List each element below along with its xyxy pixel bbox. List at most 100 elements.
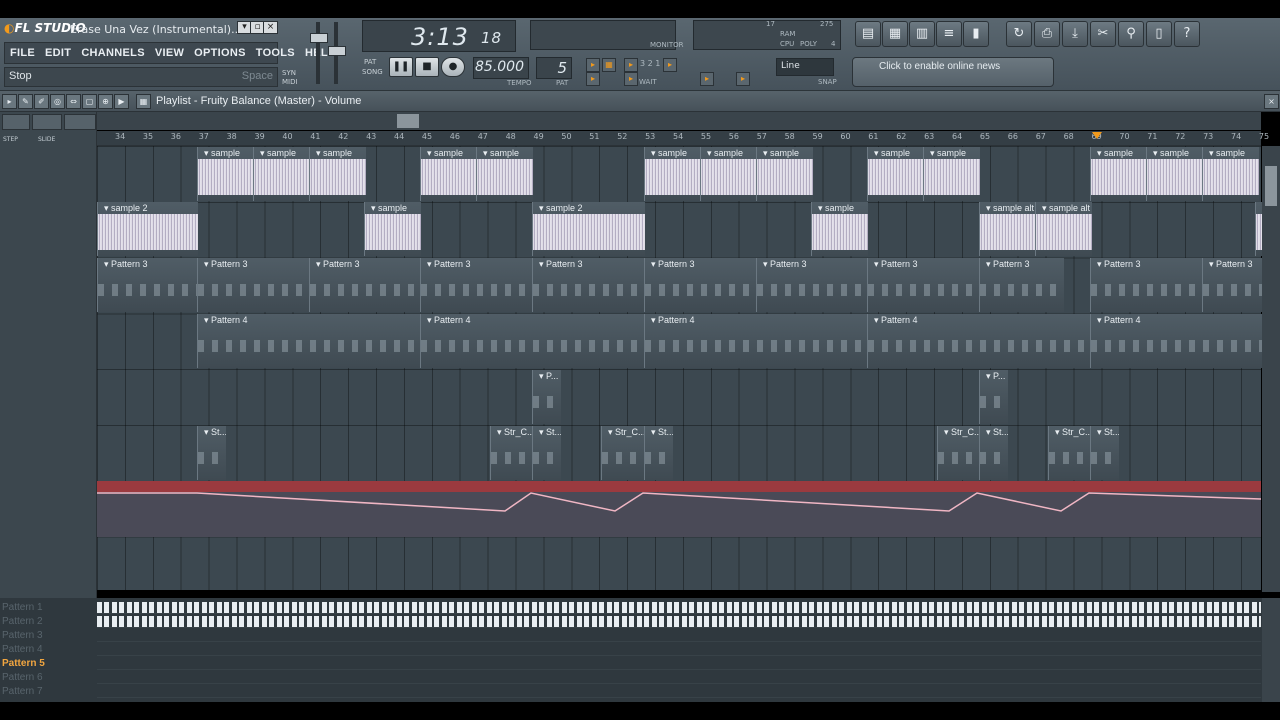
pattern-4-clip[interactable]: ▾ Pattern 4	[867, 314, 1091, 368]
browser-icon[interactable]: ≡	[936, 21, 962, 47]
playlist-close-icon[interactable]: ×	[1264, 94, 1279, 109]
menu-view[interactable]: VIEW	[150, 47, 189, 59]
master-volume-handle[interactable]	[310, 33, 328, 43]
playlist-menu-icon[interactable]: ▸	[2, 94, 17, 109]
snap-selector[interactable]: Line	[776, 58, 834, 76]
brush-tool-icon[interactable]: ✐	[34, 94, 49, 109]
audio-clip-sample[interactable]: ▾	[1255, 202, 1262, 256]
pattern-row-label[interactable]: Pattern 6	[0, 672, 98, 683]
string-clip[interactable]: ▾ St...	[644, 426, 673, 480]
pattern-3-clip[interactable]: ▾ Pattern 3	[1202, 258, 1262, 312]
multilink-toggle[interactable]: ▸	[700, 72, 714, 86]
pattern-3-clip[interactable]: ▾ Pattern 3	[97, 258, 198, 312]
bar-graph-mode-button[interactable]	[2, 114, 30, 130]
menu-channels[interactable]: CHANNELS	[76, 47, 150, 59]
playlist-icon[interactable]: ▤	[855, 21, 881, 47]
metronome-toggle[interactable]: ▸	[586, 58, 600, 72]
audio-clip-sample[interactable]: ▾ sample	[1202, 147, 1259, 201]
audio-clip-sample[interactable]: ▾ sample	[476, 147, 533, 201]
audio-clip-sample[interactable]: ▾ sample	[309, 147, 366, 201]
horizontal-scroll-thumb[interactable]	[397, 114, 419, 128]
search-icon[interactable]: ⚲	[1118, 21, 1144, 47]
pattern-4-clip[interactable]: ▾ Pattern 4	[1090, 314, 1262, 368]
step-radio[interactable]: STEP	[3, 136, 18, 143]
typing-keyboard-toggle[interactable]: ▸	[736, 72, 750, 86]
pattern-clip-short[interactable]: ▾ P...	[532, 370, 561, 424]
audio-clip-sample-2[interactable]: ▾ sample 2	[97, 202, 198, 256]
project-info-icon[interactable]: ▯	[1146, 21, 1172, 47]
select-tool-icon[interactable]: ▢	[82, 94, 97, 109]
stop-button[interactable]: ■	[415, 57, 439, 77]
mute-tool-icon[interactable]: ◎	[50, 94, 65, 109]
tempo-display[interactable]: 85.000	[473, 57, 529, 79]
pause-button[interactable]: ❚❚	[389, 57, 413, 77]
audio-clip-sample[interactable]: ▾ sample	[644, 147, 701, 201]
pattern-3-clip[interactable]: ▾ Pattern 3	[309, 258, 421, 312]
slide-mode-button[interactable]	[64, 114, 96, 130]
string-clip[interactable]: ▾ Str_C...	[1048, 426, 1091, 480]
pattern-row-label[interactable]: Pattern 4	[0, 644, 98, 655]
audio-clip-sample[interactable]: ▾ sample	[1146, 147, 1203, 201]
audio-clip-sample[interactable]: ▾ sample	[923, 147, 980, 201]
timeline-ruler[interactable]: 34 35 36 37 38 39 40 41 42 43 44 45 46 47 48 49 50 51 52 53…	[97, 131, 1269, 146]
string-clip[interactable]: ▾ Str_C...	[937, 426, 980, 480]
loop-record-toggle[interactable]: ▸	[624, 72, 638, 86]
pencil-tool-icon[interactable]: ✎	[18, 94, 33, 109]
playlist-grid-icon[interactable]: ▦	[136, 94, 151, 109]
pattern-4-clip[interactable]: ▾ Pattern 4	[420, 314, 644, 368]
pattern-row-label[interactable]: Pattern 2	[0, 616, 98, 627]
audio-clip-sample[interactable]: ▾ sample	[756, 147, 813, 201]
menu-file[interactable]: FILE	[5, 47, 40, 59]
mixer-icon[interactable]: ▮	[963, 21, 989, 47]
pattern-3-clip[interactable]: ▾ Pattern 3	[532, 258, 645, 312]
pattern-3-clip[interactable]: ▾ Pattern 3	[1090, 258, 1203, 312]
menu-tools[interactable]: TOOLS	[251, 47, 300, 59]
tools-icon[interactable]: ✂	[1090, 21, 1116, 47]
song-mode-label[interactable]: SONG	[362, 68, 383, 76]
string-clip[interactable]: ▾ St...	[532, 426, 561, 480]
audio-clip-sample-alt[interactable]: ▾ sample alt	[979, 202, 1036, 256]
audio-clip-sample[interactable]: ▾ sample	[420, 147, 477, 201]
slip-tool-icon[interactable]: ⇔	[66, 94, 81, 109]
horizontal-scrollbar[interactable]	[97, 112, 1261, 130]
pattern-row-label[interactable]: Pattern 5	[0, 658, 98, 669]
audio-clip-sample[interactable]: ▾ sample	[811, 202, 868, 256]
string-clip[interactable]: ▾ Str_C...	[490, 426, 533, 480]
pattern-3-clip[interactable]: ▾ Pattern 3	[644, 258, 757, 312]
pattern-strip-grid[interactable]	[97, 600, 1261, 700]
automation-curve[interactable]	[97, 481, 1261, 537]
master-volume-slider[interactable]	[316, 22, 320, 84]
pattern-selector[interactable]: 5	[536, 57, 572, 79]
audio-clip-sample[interactable]: ▾ sample	[253, 147, 310, 201]
pattern-3-clip[interactable]: ▾ Pattern 3	[756, 258, 868, 312]
step-edit-toggle[interactable]: ▦	[602, 58, 616, 72]
string-clip[interactable]: ▾ Str_C...	[601, 426, 644, 480]
menu-edit[interactable]: EDIT	[40, 47, 76, 59]
zoom-tool-icon[interactable]: ⊕	[98, 94, 113, 109]
string-clip[interactable]: ▾ St...	[197, 426, 226, 480]
blend-toggle[interactable]: ▸	[586, 72, 600, 86]
pattern-3-clip[interactable]: ▾ Pattern 3	[867, 258, 980, 312]
undo-icon[interactable]: ↻	[1006, 21, 1032, 47]
pattern-3-clip[interactable]: ▾ Pattern 3	[197, 258, 310, 312]
pattern-2-blocks[interactable]	[97, 616, 1261, 627]
audio-clip-sample-2[interactable]: ▾ sample 2	[532, 202, 645, 256]
vertical-scroll-thumb[interactable]	[1265, 166, 1277, 206]
audio-clip-sample[interactable]: ▾ sample	[1090, 147, 1147, 201]
song-position-display[interactable]: 3:13 18	[362, 20, 516, 52]
audio-clip-sample[interactable]: ▾ sample	[867, 147, 924, 201]
record-button[interactable]: ●	[441, 57, 465, 77]
pattern-row-label[interactable]: Pattern 1	[0, 602, 98, 613]
menu-options[interactable]: OPTIONS	[189, 47, 251, 59]
online-news-panel[interactable]: Click to enable online news	[852, 57, 1054, 87]
pattern-3-clip[interactable]: ▾ Pattern 3	[420, 258, 533, 312]
pattern-row-label[interactable]: Pattern 7	[0, 686, 98, 697]
pattern-4-clip[interactable]: ▾ Pattern 4	[644, 314, 868, 368]
pattern-1-blocks[interactable]	[97, 602, 1261, 613]
pattern-clip-short[interactable]: ▾ P...	[979, 370, 1008, 424]
piano-roll-icon[interactable]: ▥	[909, 21, 935, 47]
string-clip[interactable]: ▾ St...	[1090, 426, 1119, 480]
playhead-marker[interactable]	[1092, 132, 1102, 139]
audio-clip-sample[interactable]: ▾ sample	[197, 147, 254, 201]
pattern-strip-scrollbar[interactable]	[1262, 598, 1280, 702]
